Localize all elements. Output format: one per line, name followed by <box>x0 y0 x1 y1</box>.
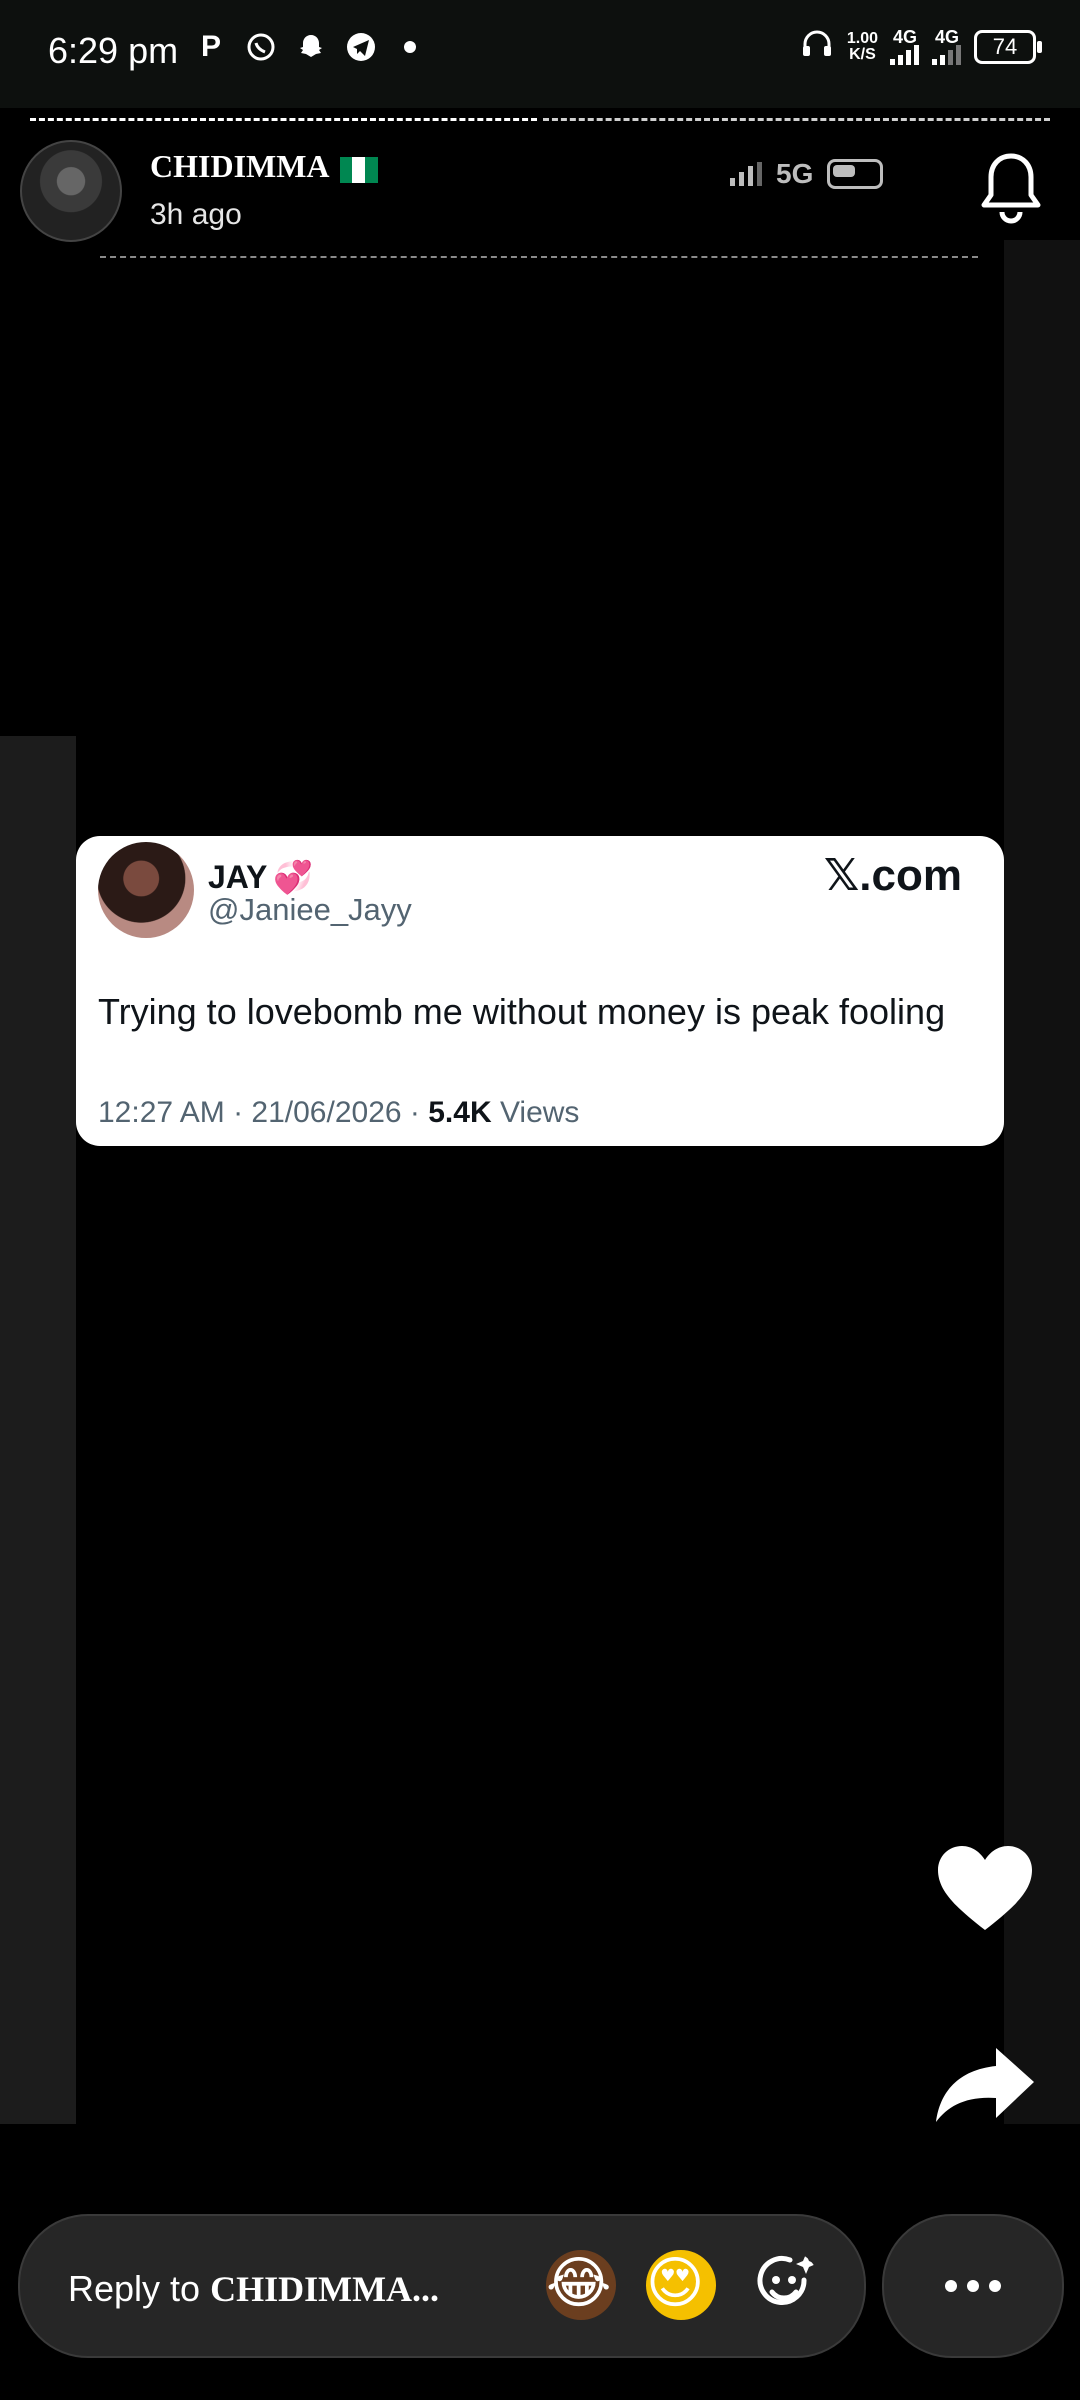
more-icon <box>967 2280 979 2292</box>
network-label: 5G <box>776 158 814 189</box>
story-progress <box>30 118 1050 122</box>
x-logo-text: 𝕏.com <box>823 851 962 900</box>
share-icon[interactable] <box>934 2046 1036 2124</box>
more-options-button[interactable] <box>882 2214 1064 2358</box>
more-icon <box>945 2280 957 2292</box>
story-image <box>76 240 1004 840</box>
headphones-icon <box>799 26 835 67</box>
battery-level: 74 <box>992 33 1018 59</box>
parking-app-icon: P <box>200 30 221 63</box>
battery-icon: 74 <box>974 29 1042 64</box>
telegram-icon <box>344 30 378 64</box>
reply-input[interactable]: Reply to CHIDIMMA... <box>18 2214 866 2358</box>
screenshot-status-icons: 5G <box>730 158 884 190</box>
heart-icon[interactable] <box>934 1842 1036 1934</box>
tweet-views-label: Views <box>491 1096 580 1129</box>
tweet-views-count: 5.4K <box>428 1096 492 1129</box>
tweet-handle: @Janiee_Jayy <box>208 892 412 927</box>
sim1-label: 4G <box>892 26 917 47</box>
signal-sim2: 4G <box>932 26 962 65</box>
whatsapp-icon <box>244 30 278 64</box>
author-name-row[interactable]: CHIDIMMA <box>150 148 378 185</box>
progress-segment <box>30 118 537 122</box>
reply-prefix: Reply to <box>68 2268 211 2309</box>
add-reaction-icon[interactable] <box>750 2250 820 2320</box>
tweet-author-avatar <box>98 842 194 938</box>
tweet-timestamp: 12:27 AM · 21/06/2026 · <box>98 1096 429 1129</box>
signal-sim1: 4G <box>890 26 920 65</box>
tweet-meta: 12:27 AM · 21/06/2026 · 5.4K Views <box>98 1096 579 1130</box>
more-notifications-dot <box>404 41 416 53</box>
posted-time: 3h ago <box>150 198 242 231</box>
status-bar: 6:29 pm P 1.00 K/S 4G 4G 74 <box>0 0 1080 108</box>
laughing-crying-emoji-button[interactable] <box>546 2250 616 2320</box>
divider <box>100 256 978 258</box>
tweet-name-text: JAY <box>208 859 268 895</box>
more-icon <box>989 2280 1001 2292</box>
progress-segment <box>543 118 1050 122</box>
speed-unit: K/S <box>849 45 876 63</box>
bell-icon[interactable] <box>978 150 1044 226</box>
sim2-label: 4G <box>934 26 959 47</box>
reply-name: CHIDIMMA... <box>210 2269 440 2309</box>
tweet-author-name: JAY 💞 <box>208 858 313 896</box>
heart-emoji-icon: 💞 <box>273 859 314 895</box>
network-speed: 1.00 K/S <box>846 29 878 63</box>
author-name: CHIDIMMA <box>150 148 328 184</box>
signal-icon <box>730 162 762 186</box>
previous-story-area[interactable] <box>0 736 76 2124</box>
notification-icons: P <box>194 30 416 64</box>
battery-icon <box>827 159 884 189</box>
reply-placeholder: Reply to CHIDIMMA... <box>68 2268 439 2310</box>
snapchat-icon <box>294 30 328 64</box>
author-avatar[interactable] <box>20 140 122 242</box>
tweet-text: Trying to lovebomb me without money is p… <box>98 991 946 1032</box>
heart-eyes-emoji-button[interactable] <box>646 2250 716 2320</box>
system-icons: 1.00 K/S 4G 4G 74 <box>799 26 1042 67</box>
speed-value: 1.00 <box>846 29 878 47</box>
nigeria-flag-icon <box>339 156 378 183</box>
status-time: 6:29 pm <box>48 30 179 71</box>
tweet-card: JAY 💞 @Janiee_Jayy 𝕏.com Trying to lovebo… <box>76 836 1004 1146</box>
